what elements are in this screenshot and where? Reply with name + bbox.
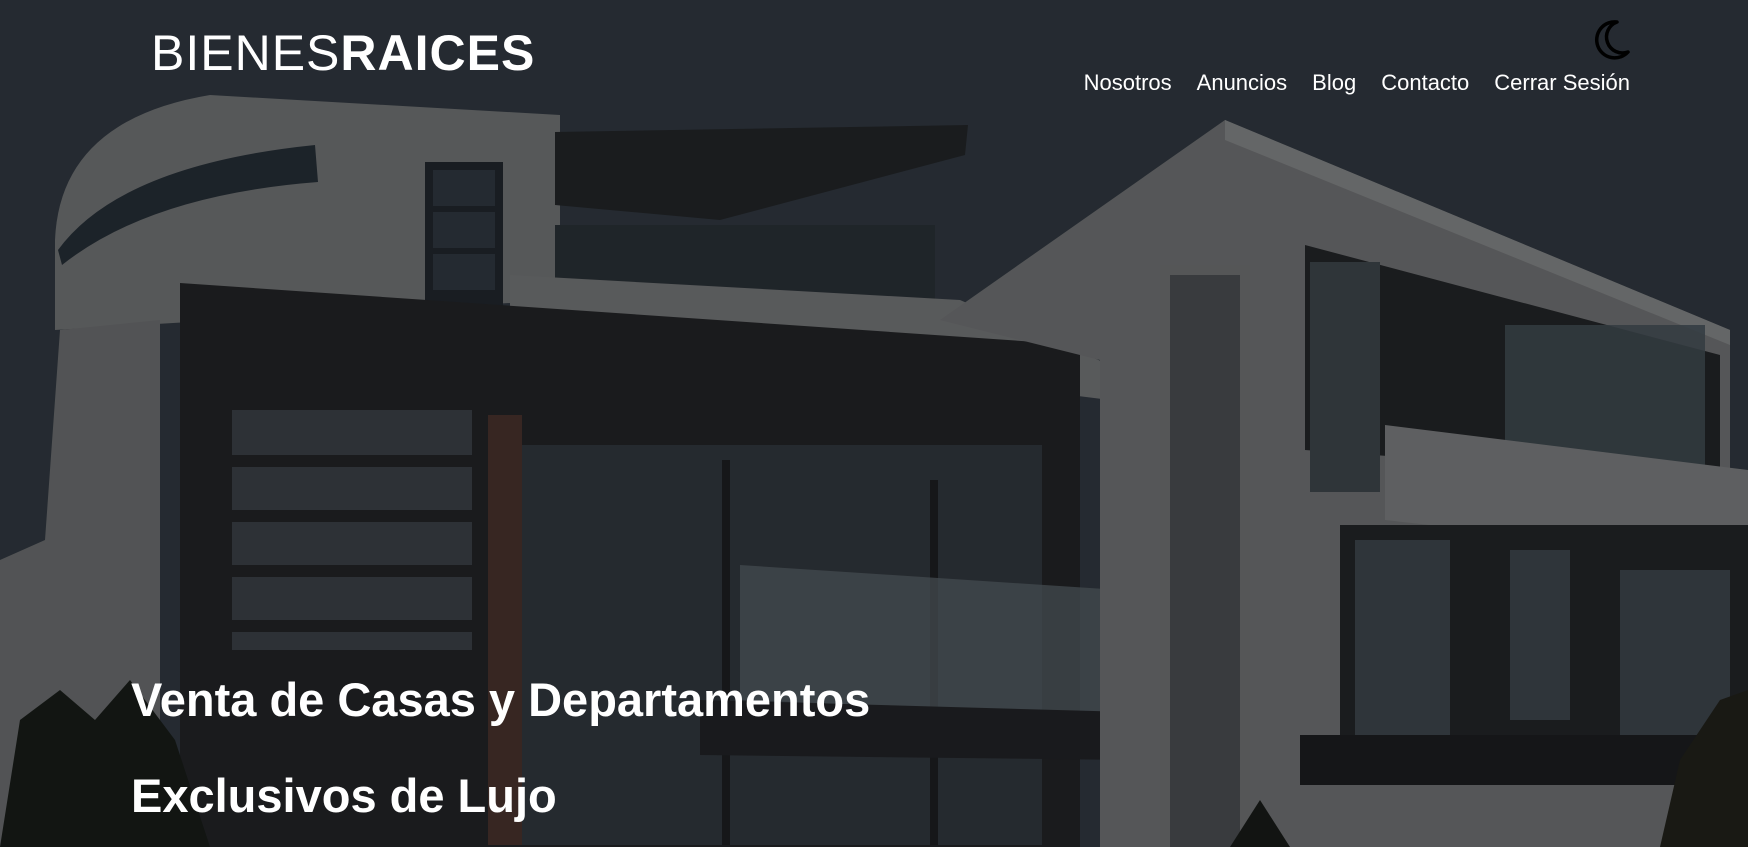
nav-link-anuncios[interactable]: Anuncios — [1197, 68, 1288, 98]
nav-link-cerrar-sesion[interactable]: Cerrar Sesión — [1494, 68, 1630, 98]
moon-icon — [1594, 20, 1630, 60]
hero-title: Venta de Casas y Departamentos Exclusivo… — [131, 652, 870, 844]
nav-link-contacto[interactable]: Contacto — [1381, 68, 1469, 98]
hero-section: BIENESRAICES Nosotros Anuncios Blog Cont… — [0, 0, 1748, 847]
main-navigation: Nosotros Anuncios Blog Contacto Cerrar S… — [1084, 68, 1630, 98]
logo-bold-text: RAICES — [340, 25, 536, 81]
site-header: BIENESRAICES Nosotros Anuncios Blog Cont… — [0, 0, 1748, 120]
hero-title-line-2: Exclusivos de Lujo — [131, 769, 557, 822]
nav-link-blog[interactable]: Blog — [1312, 68, 1356, 98]
site-logo[interactable]: BIENESRAICES — [151, 28, 535, 78]
hero-title-line-1: Venta de Casas y Departamentos — [131, 673, 871, 726]
nav-link-nosotros[interactable]: Nosotros — [1084, 68, 1172, 98]
dark-mode-toggle[interactable] — [1591, 18, 1631, 62]
logo-light-text: BIENES — [151, 25, 341, 81]
